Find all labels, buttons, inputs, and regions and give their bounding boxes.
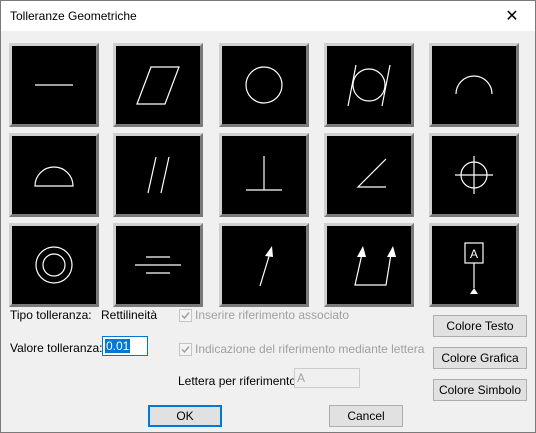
perpendicularity-icon[interactable] [219, 133, 309, 217]
line-profile-icon[interactable] [429, 43, 519, 127]
text-color-button[interactable]: Colore Testo [433, 315, 527, 337]
circular-runout-icon[interactable] [219, 223, 309, 307]
concentricity-icon[interactable] [9, 223, 99, 307]
dialog-title: Tolleranze Geometriche [10, 9, 137, 23]
graphic-color-button[interactable]: Colore Grafica [433, 347, 527, 369]
circularity-icon[interactable] [219, 43, 309, 127]
datum-letter: A [470, 247, 478, 261]
letter-reference-label: Indicazione del riferimento mediante let… [195, 342, 425, 356]
tolerance-dialog: Tolleranze Geometriche ✕ A Tipo tolleran… [0, 0, 536, 433]
tolerance-value-label: Valore tolleranza: [10, 341, 103, 355]
total-runout-icon[interactable] [324, 223, 414, 307]
letter-field-label: Lettera per riferimento: [178, 374, 300, 388]
parallelism-icon[interactable] [113, 133, 203, 217]
tolerance-value-text: 0.01 [105, 339, 131, 353]
close-icon[interactable]: ✕ [489, 1, 535, 31]
symmetry-icon[interactable] [113, 223, 203, 307]
angularity-icon[interactable] [324, 133, 414, 217]
cylindricity-icon[interactable] [324, 43, 414, 127]
letter-reference-checkbox[interactable] [179, 343, 192, 356]
ok-button[interactable]: OK [148, 405, 222, 427]
flatness-icon[interactable] [113, 43, 203, 127]
datum-target-icon[interactable]: A [429, 223, 519, 307]
tolerance-type-value: Rettilineità [101, 308, 158, 322]
insert-reference-label: Inserire riferimento associato [195, 308, 350, 322]
insert-reference-checkbox[interactable] [179, 309, 192, 322]
straightness-icon[interactable] [9, 43, 99, 127]
letter-field-input[interactable]: A [294, 368, 360, 388]
cancel-button[interactable]: Cancel [329, 405, 403, 427]
position-icon[interactable] [429, 133, 519, 217]
surface-profile-icon[interactable] [9, 133, 99, 217]
title-bar: Tolleranze Geometriche ✕ [1, 1, 535, 31]
symbol-color-button[interactable]: Colore Simbolo [433, 379, 527, 401]
tolerance-value-input[interactable]: 0.01 [102, 336, 148, 356]
tolerance-type-label: Tipo tolleranza: [10, 308, 92, 322]
